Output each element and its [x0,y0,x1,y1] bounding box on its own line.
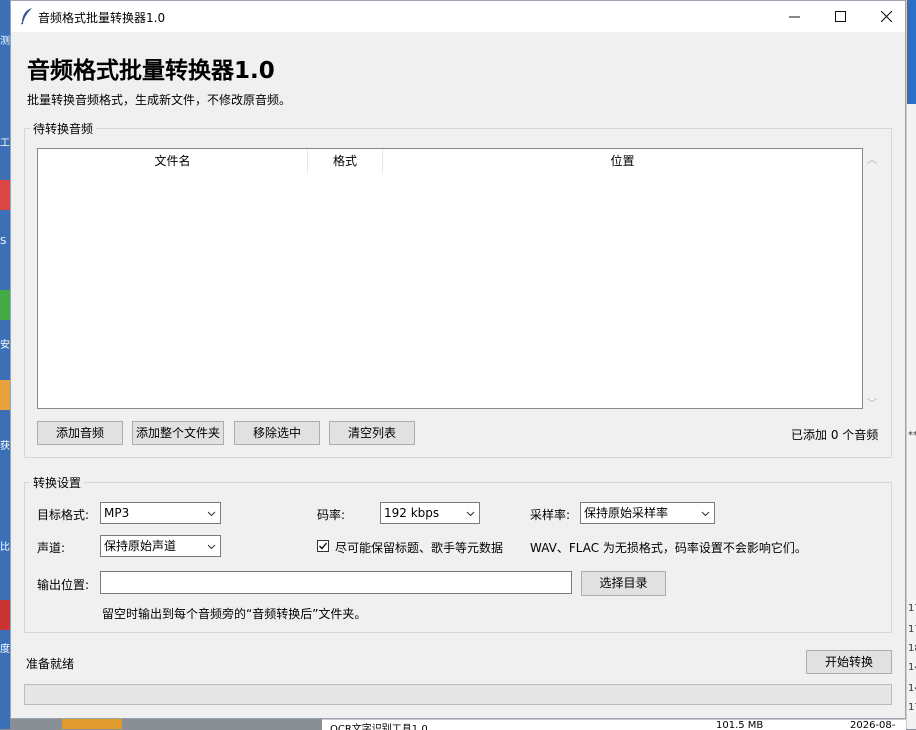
keep-metadata-label[interactable]: 尽可能保留标题、歌手等元数据 [335,539,503,556]
column-header-filename[interactable]: 文件名 [38,149,308,173]
app-window: 音频格式批量转换器1.0 音频格式批量转换器1.0 批量转换音频格式，生成新文件… [10,0,906,719]
bitrate-select[interactable]: 192 kbps [380,502,480,524]
close-icon [880,10,892,22]
desktop-left-text: 工 [0,138,10,149]
desktop-right-text: ** [908,430,916,441]
desktop-right-text: 18 [908,643,916,654]
desktop-icon [0,600,10,630]
chevron-down-icon [466,511,475,517]
samplerate-value: 保持原始采样率 [584,506,669,520]
desktop-icon [0,180,10,210]
page-subtitle: 批量转换音频格式，生成新文件，不修改原音频。 [27,93,292,107]
target-format-select[interactable]: MP3 [100,502,221,524]
desktop-left-text: 度 [0,644,10,655]
scroll-up-icon[interactable]: ︿ [867,151,877,166]
minimize-button[interactable] [771,1,817,32]
column-header-format[interactable]: 格式 [308,149,383,173]
desktop-right-text: 14 [908,662,916,673]
maximize-button[interactable] [817,1,863,32]
lossless-note: WAV、FLAC 为无损格式，码率设置不会影响它们。 [530,541,807,555]
desktop-right-text: 17 [908,603,916,614]
samplerate-select[interactable]: 保持原始采样率 [580,502,715,524]
bitrate-label: 码率: [317,508,346,522]
feather-icon [20,8,32,25]
add-folder-button[interactable]: 添加整个文件夹 [132,421,224,445]
desktop-icon [0,380,10,410]
output-location-label: 输出位置: [37,578,90,592]
desktop-taskbar-strip [62,719,122,729]
channel-value: 保持原始声道 [104,539,177,553]
checkmark-icon [319,542,328,550]
desktop-right-text: 14 [908,683,916,694]
explorer-file-row[interactable]: OCR文字识别工具1.0 101.5 MB 2026-08-17 [322,719,906,730]
window-title: 音频格式批量转换器1.0 [38,11,166,25]
start-convert-button[interactable]: 开始转换 [806,650,892,674]
keep-metadata-checkbox[interactable] [317,540,329,552]
desktop-right-edge: ** 17 17 18 14 14 17 [906,0,916,729]
desktop-left-text: 测 [0,36,10,47]
file-count-label: 已添加 0 个音频 [791,428,879,442]
chevron-down-icon [207,511,216,517]
status-text: 准备就绪 [26,657,75,671]
chevron-down-icon [207,544,216,550]
desktop-left-text: 比 [0,542,10,553]
conversion-settings-group-label: 转换设置 [30,474,85,491]
scroll-down-icon[interactable]: ﹀ [867,395,877,410]
channel-select[interactable]: 保持原始声道 [100,535,221,557]
close-button[interactable] [863,1,909,32]
target-format-value: MP3 [104,506,130,520]
desktop-left-text: 获 [0,441,10,452]
progress-bar [24,684,892,705]
minimize-icon [788,16,800,17]
remove-selected-button[interactable]: 移除选中 [234,421,320,445]
title-bar[interactable]: 音频格式批量转换器1.0 [11,1,905,32]
channel-label: 声道: [37,541,66,555]
page-title: 音频格式批量转换器1.0 [27,58,275,84]
add-audio-button[interactable]: 添加音频 [37,421,123,445]
output-location-input[interactable] [100,571,572,594]
output-hint: 留空时输出到每个音频旁的“音频转换后”文件夹。 [102,607,367,621]
bitrate-value: 192 kbps [384,506,440,520]
choose-directory-button[interactable]: 选择目录 [581,571,666,596]
samplerate-label: 采样率: [530,508,571,522]
desktop-icon [0,290,10,320]
pending-audio-group-label: 待转换音频 [30,120,97,137]
audio-file-list[interactable]: 文件名 格式 位置 [37,148,863,409]
desktop-right-text: 17 [908,624,916,635]
column-header-location[interactable]: 位置 [383,149,862,173]
maximize-icon [834,10,846,22]
desktop-left-text: S [0,236,7,247]
desktop-left-text: 安 [0,340,10,351]
desktop-left-edge: 测工 S 安获比度 [0,0,10,729]
chevron-down-icon [701,511,710,517]
target-format-label: 目标格式: [37,508,90,522]
desktop-right-text: 17 [908,702,916,713]
clear-list-button[interactable]: 清空列表 [329,421,415,445]
